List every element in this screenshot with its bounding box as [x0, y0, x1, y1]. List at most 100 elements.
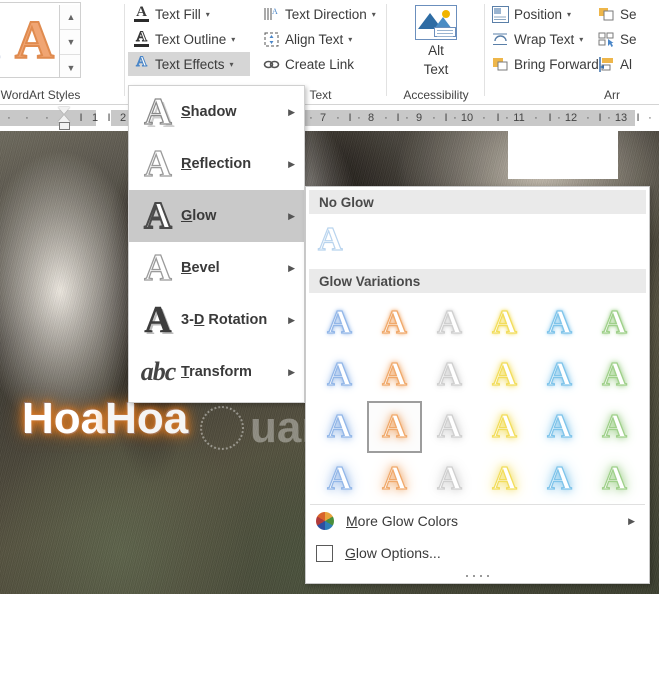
gallery-scroll-up-icon[interactable]: ▲ [60, 5, 80, 30]
glow-variation-r3-c3[interactable]: A [422, 401, 477, 453]
glow-options-item[interactable]: Glow Options... [306, 537, 649, 569]
chevron-down-icon[interactable]: ▾ [579, 35, 583, 44]
glow-variations-grid[interactable]: AAAAAAAAAAAAAAAAAAAAAAAA [312, 297, 644, 505]
glow-variation-r2-c2[interactable]: A [367, 349, 422, 401]
ribbon-group-arrange: Position ▾ Wrap Text ▾ Bring Forward Se … [487, 0, 659, 105]
glow-variation-r1-c2[interactable]: A [367, 297, 422, 349]
glow-sample-letter: A [547, 304, 573, 341]
align-objects-button[interactable]: Al [593, 52, 637, 76]
text-effects-button[interactable]: A Text Effects ▾ [128, 52, 250, 76]
chevron-right-icon[interactable]: ▶ [288, 211, 295, 222]
alt-text-button[interactable]: Alt Text [398, 2, 474, 78]
send-backward-button[interactable]: Se [593, 2, 642, 26]
wrap-text-icon [492, 30, 509, 48]
glow-variation-r2-c6[interactable]: A [587, 349, 642, 401]
menu-item-bevel[interactable]: A Bevel ▶ [129, 242, 304, 294]
menu-item-transform[interactable]: abc Transform ▶ [129, 346, 304, 398]
glow-options-label: Glow Options... [345, 545, 441, 561]
more-glow-colors-item[interactable]: More Glow Colors ▶ [306, 505, 649, 537]
chevron-right-icon[interactable]: ▶ [628, 516, 635, 527]
glow-variation-r2-c1[interactable]: A [312, 349, 367, 401]
glow-sample-letter: A [602, 460, 628, 497]
chevron-right-icon[interactable]: ▶ [288, 315, 295, 326]
glow-submenu[interactable]: No Glow A Glow Variations AAAAAAAAAAAAAA… [305, 186, 650, 584]
glow-variation-r2-c5[interactable]: A [532, 349, 587, 401]
indent-marker[interactable] [58, 106, 71, 130]
chevron-down-icon[interactable]: ▾ [348, 35, 352, 44]
chevron-right-icon[interactable]: ▶ [288, 263, 295, 274]
ribbon-group-wordart-styles: A A ▲ ▼ ▼ WordArt Styles [0, 0, 123, 105]
gallery-scroll-down-icon[interactable]: ▼ [60, 30, 80, 55]
ruler-tick: · [586, 112, 590, 124]
glow-variation-r3-c5[interactable]: A [532, 401, 587, 453]
more-glow-colors-label: More Glow Colors [346, 513, 459, 529]
glow-sample-letter: A [327, 304, 353, 341]
chevron-right-icon[interactable]: ▶ [288, 159, 295, 170]
glow-variation-r1-c5[interactable]: A [532, 297, 587, 349]
glow-variation-r4-c2[interactable]: A [367, 453, 422, 505]
ruler-label-10: 10 [460, 112, 474, 124]
no-glow-option[interactable]: A [306, 214, 649, 266]
ruler[interactable]: · · · I 1 I 2 · · 7 · I · 8 · I · 9 · I … [0, 105, 659, 131]
text-outline-button[interactable]: A Text Outline ▾ [128, 27, 240, 51]
wordart-styles-gallery[interactable]: A A ▲ ▼ ▼ [0, 2, 81, 78]
gallery-more-icon[interactable]: ▼ [60, 55, 80, 77]
chevron-down-icon[interactable]: ▾ [230, 60, 234, 69]
glow-variation-r3-c6[interactable]: A [587, 401, 642, 453]
menu-item-3d-rotation[interactable]: A 3-D Rotation ▶ [129, 294, 304, 346]
position-icon [492, 5, 509, 23]
position-label: Position [514, 6, 563, 22]
wrap-text-button[interactable]: Wrap Text ▾ [487, 27, 588, 51]
color-wheel-icon [316, 512, 334, 530]
glow-variation-r4-c3[interactable]: A [422, 453, 477, 505]
menu-grip-handle[interactable] [306, 569, 649, 583]
chevron-down-icon[interactable]: ▾ [372, 10, 376, 19]
glow-variation-r1-c4[interactable]: A [477, 297, 532, 349]
chevron-down-icon[interactable]: ▾ [231, 35, 235, 44]
glow-variation-r1-c1[interactable]: A [312, 297, 367, 349]
glow-variation-r3-c2[interactable]: A [367, 401, 422, 453]
menu-item-shadow[interactable]: A Shadow ▶ [129, 86, 304, 138]
text-direction-button[interactable]: A Text Direction ▾ [258, 2, 381, 26]
glow-variation-r4-c5[interactable]: A [532, 453, 587, 505]
glow-variation-r4-c1[interactable]: A [312, 453, 367, 505]
glow-variation-r4-c4[interactable]: A [477, 453, 532, 505]
bring-forward-icon [492, 55, 509, 73]
glow-variation-r4-c6[interactable]: A [587, 453, 642, 505]
chevron-down-icon[interactable]: ▾ [206, 10, 210, 19]
glow-variation-r2-c3[interactable]: A [422, 349, 477, 401]
wrap-text-label: Wrap Text [514, 31, 575, 47]
ruler-tick: · [482, 112, 486, 124]
menu-item-glow[interactable]: A Glow ▶ [129, 190, 304, 242]
chevron-down-icon[interactable]: ▾ [567, 10, 571, 19]
glow-sample-letter: A [382, 356, 408, 393]
no-glow-sample: A [317, 221, 343, 258]
alt-text-label-line1: Alt [428, 43, 444, 58]
position-button[interactable]: Position ▾ [487, 2, 576, 26]
wordart-gallery-scroll[interactable]: ▲ ▼ ▼ [59, 5, 80, 77]
menu-item-reflection[interactable]: A Reflection ▶ [129, 138, 304, 190]
text-direction-label: Text Direction [285, 6, 367, 22]
chevron-right-icon[interactable]: ▶ [288, 367, 295, 378]
text-direction-icon: A [263, 6, 280, 23]
text-effects-dropdown-menu[interactable]: A Shadow ▶ A Reflection ▶ A Glow ▶ A Bev… [128, 85, 305, 403]
create-link-button[interactable]: Create Link [258, 52, 359, 76]
glow-variation-r1-c3[interactable]: A [422, 297, 477, 349]
glow-sample-letter: A [492, 408, 518, 445]
menu-item-transform-label: Transform [181, 364, 252, 380]
glow-sample-letter: A [327, 356, 353, 393]
text-fill-button[interactable]: A Text Fill ▾ [128, 2, 215, 26]
text-fill-label: Text Fill [155, 6, 201, 22]
ruler-tick: · [336, 112, 340, 124]
selection-pane-button[interactable]: Se [593, 27, 642, 51]
align-text-button[interactable]: Align Text ▾ [258, 27, 357, 51]
glow-variation-r3-c4[interactable]: A [477, 401, 532, 453]
glow-variation-r3-c1[interactable]: A [312, 401, 367, 453]
align-text-label: Align Text [285, 31, 344, 47]
glow-variation-r1-c6[interactable]: A [587, 297, 642, 349]
wordart-sample-orange[interactable]: A [14, 9, 55, 71]
glow-variation-r2-c4[interactable]: A [477, 349, 532, 401]
ruler-minor: I [636, 112, 640, 124]
glow-sample-letter: A [382, 408, 408, 445]
chevron-right-icon[interactable]: ▶ [288, 107, 295, 118]
